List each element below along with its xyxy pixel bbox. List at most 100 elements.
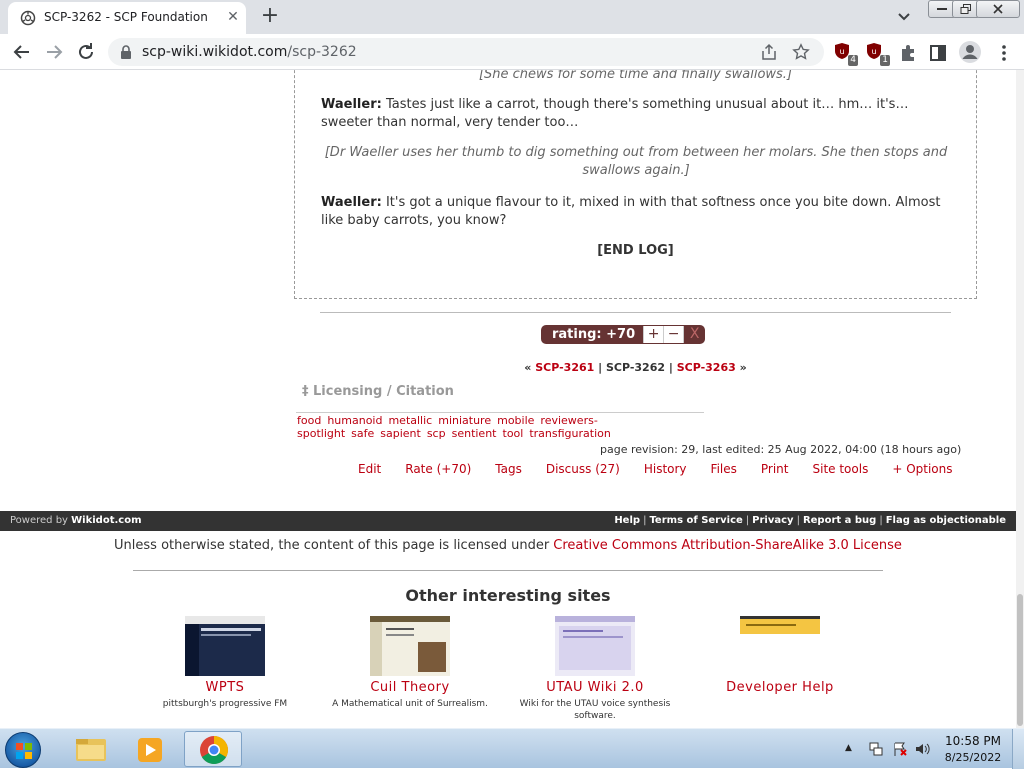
ublock-extension-icon[interactable]: u 4 xyxy=(834,42,858,66)
files-button[interactable]: Files xyxy=(711,462,737,476)
rate-button[interactable]: Rate (+70) xyxy=(405,462,471,476)
terms-link[interactable]: Terms of Service xyxy=(649,515,742,526)
powered-by: Powered by Wikidot.com xyxy=(10,515,142,526)
print-button[interactable]: Print xyxy=(761,462,789,476)
forward-arrow-icon[interactable] xyxy=(42,40,66,64)
discuss-button[interactable]: Discuss (27) xyxy=(546,462,620,476)
reload-icon[interactable] xyxy=(74,40,98,64)
tab-search-chevron-icon[interactable] xyxy=(894,9,914,25)
profile-avatar-icon[interactable] xyxy=(958,40,982,64)
cc-license-link[interactable]: Creative Commons Attribution-ShareAlike … xyxy=(553,538,902,553)
network-icon[interactable] xyxy=(868,741,884,757)
site-name[interactable]: UTAU Wiki 2.0 xyxy=(510,680,680,695)
report-bug-link[interactable]: Report a bug xyxy=(803,515,876,526)
edit-button[interactable]: Edit xyxy=(358,462,381,476)
lock-icon[interactable] xyxy=(120,45,132,59)
tags-button[interactable]: Tags xyxy=(495,462,522,476)
tag-link[interactable]: tool xyxy=(503,427,524,440)
next-scp-link[interactable]: SCP-3263 xyxy=(677,361,736,374)
media-player-taskbar-button[interactable] xyxy=(122,731,180,767)
show-desktop-button[interactable] xyxy=(1012,729,1024,769)
site-name[interactable]: WPTS xyxy=(140,680,310,695)
start-button[interactable] xyxy=(5,732,41,768)
url-host: scp-wiki.wikidot.com xyxy=(142,44,288,60)
tag-link[interactable]: transfiguration xyxy=(529,427,611,440)
wikidot-link[interactable]: Wikidot.com xyxy=(71,515,141,526)
media-player-icon xyxy=(138,738,162,762)
tag-link[interactable]: sapient xyxy=(380,427,421,440)
action-center-flag-icon[interactable] xyxy=(892,741,908,757)
history-button[interactable]: History xyxy=(644,462,687,476)
licensing-citation-toggle[interactable]: ‡ Licensing / Citation xyxy=(302,384,454,399)
footer-links: Help | Terms of Service | Privacy | Report a b… xyxy=(614,515,1006,526)
rate-down-button[interactable]: − xyxy=(663,326,684,343)
tab-strip: SCP-3262 - SCP Foundation ✕ + xyxy=(0,0,1024,34)
divider xyxy=(133,570,883,571)
share-icon[interactable] xyxy=(760,43,778,61)
url-text[interactable]: scp-wiki.wikidot.com/scp-3262 xyxy=(142,44,357,60)
folder-icon xyxy=(76,739,106,761)
active-tab[interactable]: SCP-3262 - SCP Foundation ✕ xyxy=(8,2,246,34)
rate-cancel-button[interactable]: X xyxy=(683,326,706,343)
site-thumbnail[interactable] xyxy=(555,616,635,676)
show-hidden-icons-button[interactable]: ▲ xyxy=(845,743,852,753)
tag-link[interactable]: miniature xyxy=(438,414,491,427)
site-thumbnail[interactable] xyxy=(740,616,820,634)
restore-icon xyxy=(960,4,971,14)
help-link[interactable]: Help xyxy=(614,515,640,526)
chrome-taskbar-button[interactable] xyxy=(184,731,242,767)
ublock-origin-extension-icon[interactable]: u 1 xyxy=(866,42,890,66)
extension-badge: 4 xyxy=(848,55,858,66)
scrollbar-thumb[interactable] xyxy=(1017,594,1023,726)
site-name[interactable]: Developer Help xyxy=(695,680,865,695)
rating-module: rating: +70 + − X xyxy=(541,325,706,344)
other-site-card[interactable]: Developer Help xyxy=(695,616,865,695)
bookmark-star-icon[interactable] xyxy=(792,43,810,61)
nav-separator: | xyxy=(594,361,606,374)
file-explorer-taskbar-button[interactable] xyxy=(62,731,120,767)
tag-link[interactable]: food xyxy=(297,414,321,427)
other-site-card[interactable]: WPTS pittsburgh's progressive FM xyxy=(140,616,310,710)
new-tab-button[interactable]: + xyxy=(258,5,282,29)
license-notice: Unless otherwise stated, the content of … xyxy=(114,538,902,553)
other-site-card[interactable]: UTAU Wiki 2.0 Wiki for the UTAU voice sy… xyxy=(510,616,680,722)
clock-time[interactable]: 10:58 PM xyxy=(940,734,1006,748)
volume-icon[interactable] xyxy=(914,741,930,757)
extensions-puzzle-icon[interactable] xyxy=(898,42,918,64)
tab-title: SCP-3262 - SCP Foundation xyxy=(44,10,208,24)
site-thumbnail[interactable] xyxy=(185,616,265,676)
extension-badge: 1 xyxy=(880,55,890,66)
tab-close-icon[interactable]: ✕ xyxy=(224,8,242,26)
url-path: /scp-3262 xyxy=(287,44,357,60)
kebab-menu-icon[interactable] xyxy=(994,42,1014,64)
site-description: pittsburgh's progressive FM xyxy=(162,699,288,709)
prev-scp-link[interactable]: SCP-3261 xyxy=(535,361,594,374)
page-scrollbar[interactable] xyxy=(1016,70,1024,728)
tag-link[interactable]: sentient xyxy=(452,427,497,440)
tag-link[interactable]: safe xyxy=(351,427,374,440)
other-site-card[interactable]: Cuil Theory A Mathematical unit of Surre… xyxy=(325,616,495,710)
side-panel-icon[interactable] xyxy=(928,42,948,64)
address-bar[interactable]: scp-wiki.wikidot.com/scp-3262 xyxy=(108,38,824,66)
rate-up-button[interactable]: + xyxy=(643,326,664,343)
nav-separator: | xyxy=(665,361,677,374)
site-description: Wiki for the UTAU voice synthesis softwa… xyxy=(519,699,671,721)
windows-taskbar: ▲ 10:58 PM 8/25/2022 xyxy=(0,728,1024,769)
back-arrow-icon[interactable] xyxy=(10,40,34,64)
tag-link[interactable]: metallic xyxy=(388,414,432,427)
tag-link[interactable]: mobile xyxy=(497,414,534,427)
close-icon xyxy=(993,4,1003,14)
more-options-button[interactable]: + Options xyxy=(892,462,952,476)
site-tools-button[interactable]: Site tools xyxy=(813,462,869,476)
privacy-link[interactable]: Privacy xyxy=(752,515,793,526)
tag-link[interactable]: scp xyxy=(427,427,446,440)
clock-date[interactable]: 8/25/2022 xyxy=(940,751,1006,764)
tag-link[interactable]: humanoid xyxy=(327,414,382,427)
browser-toolbar: scp-wiki.wikidot.com/scp-3262 u 4 u 1 xyxy=(0,34,1024,70)
next-arrow: » xyxy=(739,361,747,374)
site-thumbnail[interactable] xyxy=(370,616,450,676)
site-name[interactable]: Cuil Theory xyxy=(325,680,495,695)
flag-link[interactable]: Flag as objectionable xyxy=(886,515,1006,526)
chrome-icon xyxy=(200,736,228,764)
window-close-button[interactable] xyxy=(976,0,1020,18)
